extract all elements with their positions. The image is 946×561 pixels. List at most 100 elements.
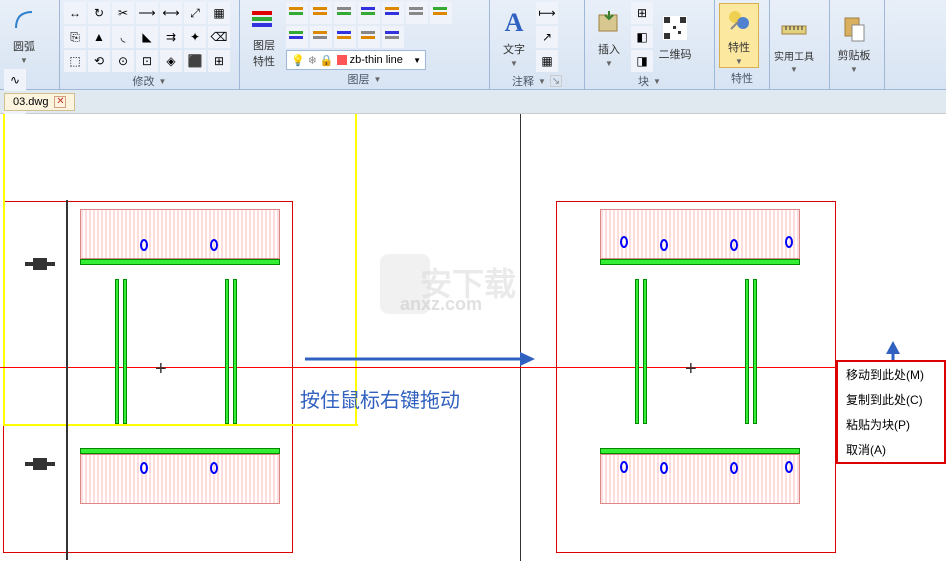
extend-tool[interactable]: ⟶ bbox=[136, 2, 158, 24]
layer-tool-5[interactable] bbox=[382, 2, 404, 24]
context-paste-block[interactable]: 粘贴为块(P) bbox=[838, 412, 944, 437]
left-beam-top bbox=[80, 209, 280, 279]
watermark-text: 安下载 bbox=[420, 259, 516, 305]
chamfer-tool[interactable]: ◣ bbox=[136, 26, 158, 48]
layer-name: zb-thin line bbox=[350, 54, 403, 66]
tabbar: 03.dwg ✕ bbox=[0, 90, 946, 114]
anchor-bolt bbox=[25, 254, 55, 274]
insert-icon bbox=[593, 7, 625, 39]
layer-tool-12[interactable] bbox=[382, 26, 404, 48]
ribbon-group-drawing: 圆弧 ▼ ∿ ○ 图 ▼ bbox=[0, 0, 60, 89]
rotate-tool[interactable]: ↻ bbox=[88, 2, 110, 24]
spline-tool[interactable]: ∿ bbox=[4, 69, 26, 91]
ribbon: 圆弧 ▼ ∿ ○ 图 ▼ ↔ ↻ ✂ ⟶ ⟷ ⤢ ▦ bbox=[0, 0, 946, 90]
arc-tool[interactable]: 圆弧 ▼ bbox=[4, 2, 44, 67]
lock-icon: 🔒 bbox=[320, 54, 334, 67]
context-move-here[interactable]: 移动到此处(M) bbox=[838, 362, 944, 387]
properties-button[interactable]: 特性 ▼ bbox=[719, 3, 759, 68]
layer-properties-button[interactable]: 图层 特性 bbox=[244, 4, 284, 69]
context-copy-here[interactable]: 复制到此处(C) bbox=[838, 387, 944, 412]
right-click-context-menu: 移动到此处(M) 复制到此处(C) 粘贴为块(P) 取消(A) bbox=[836, 360, 946, 464]
measure-icon bbox=[778, 14, 810, 46]
drawing-canvas[interactable]: 安下载 anxz.com + bbox=[0, 114, 946, 561]
clipboard-button[interactable]: 剪贴板 ▼ bbox=[834, 11, 874, 76]
layer-tool-4[interactable] bbox=[358, 2, 380, 24]
chevron-down-icon: ▼ bbox=[413, 56, 421, 65]
insert-block-button[interactable]: 插入 ▼ bbox=[589, 5, 629, 70]
block-tool-2[interactable]: ◧ bbox=[631, 26, 653, 48]
drag-arrow-annotation bbox=[300, 344, 540, 374]
explode-tool[interactable]: ✦ bbox=[184, 26, 206, 48]
arc-icon bbox=[8, 4, 40, 36]
tool-f[interactable]: ⬛ bbox=[184, 50, 206, 72]
leader-tool[interactable]: ↗ bbox=[536, 26, 558, 48]
current-layer-dropdown[interactable]: 💡 ❄ 🔒 zb-thin line ▼ bbox=[286, 50, 426, 70]
right-stem-1 bbox=[635, 279, 639, 424]
copy-tool[interactable]: ⎘ bbox=[64, 26, 86, 48]
ribbon-group-annotate: A 文字 ▼ ⟼ ↗ ▦ 注释 ▼ ↘ bbox=[490, 0, 585, 89]
paste-icon bbox=[838, 13, 870, 45]
ribbon-group-utility: 实用工具 ▼ bbox=[770, 0, 830, 89]
right-stem-4 bbox=[753, 279, 757, 424]
tab-close-icon[interactable]: ✕ bbox=[54, 96, 66, 108]
context-cancel[interactable]: 取消(A) bbox=[838, 437, 944, 462]
text-tool[interactable]: A 文字 ▼ bbox=[494, 5, 534, 70]
scale-tool[interactable]: ⤢ bbox=[184, 2, 206, 24]
utility-button[interactable]: 实用工具 ▼ bbox=[774, 11, 814, 76]
layer-tool-8[interactable] bbox=[286, 26, 308, 48]
drag-hint-text: 按住鼠标右键拖动 bbox=[300, 384, 460, 413]
block-tool-1[interactable]: ⊞ bbox=[631, 2, 653, 24]
layer-tool-1[interactable] bbox=[286, 2, 308, 24]
right-stem-3 bbox=[745, 279, 749, 424]
array-tool[interactable]: ▦ bbox=[208, 2, 230, 24]
tool-b[interactable]: ⟲ bbox=[88, 50, 110, 72]
offset-tool[interactable]: ⇉ bbox=[160, 26, 182, 48]
right-beam-bottom bbox=[600, 434, 800, 504]
layer-tool-2[interactable] bbox=[310, 2, 332, 24]
dimension-tool[interactable]: ⟼ bbox=[536, 2, 558, 24]
ribbon-group-properties: 特性 ▼ 特性 bbox=[715, 0, 770, 89]
stretch-tool[interactable]: ⟷ bbox=[160, 2, 182, 24]
tool-a[interactable]: ⬚ bbox=[64, 50, 86, 72]
tool-d[interactable]: ⊡ bbox=[136, 50, 158, 72]
tool-g[interactable]: ⊞ bbox=[208, 50, 230, 72]
ribbon-group-modify: ↔ ↻ ✂ ⟶ ⟷ ⤢ ▦ ⎘ ▲ ◟ ◣ ⇉ ✦ ⌫ bbox=[60, 0, 240, 89]
ribbon-group-clipboard: 剪贴板 ▼ bbox=[830, 0, 885, 89]
mirror-tool[interactable]: ▲ bbox=[88, 26, 110, 48]
left-beam-bottom bbox=[80, 434, 280, 504]
tool-c[interactable]: ⊙ bbox=[112, 50, 134, 72]
lightbulb-icon: 💡 bbox=[291, 54, 305, 67]
crosshair-target: + bbox=[685, 358, 697, 381]
left-stem-1 bbox=[115, 279, 119, 424]
qrcode-button[interactable]: 二维码 bbox=[655, 5, 695, 70]
table-tool[interactable]: ▦ bbox=[536, 50, 558, 72]
file-tab[interactable]: 03.dwg ✕ bbox=[4, 93, 75, 111]
ribbon-group-block: 插入 ▼ ⊞ ◧ ◨ 二维码 块 ▼ bbox=[585, 0, 715, 89]
yellow-vline-2 bbox=[355, 114, 357, 424]
left-stem-4 bbox=[233, 279, 237, 424]
layer-tool-9[interactable] bbox=[310, 26, 332, 48]
right-stem-2 bbox=[643, 279, 647, 424]
fillet-tool[interactable]: ◟ bbox=[112, 26, 134, 48]
layer-tool-6[interactable] bbox=[406, 2, 428, 24]
tool-e[interactable]: ◈ bbox=[160, 50, 182, 72]
block-tool-3[interactable]: ◨ bbox=[631, 50, 653, 72]
text-icon: A bbox=[498, 7, 530, 39]
layer-tool-3[interactable] bbox=[334, 2, 356, 24]
properties-icon bbox=[723, 5, 755, 37]
watermark-shield bbox=[380, 254, 430, 314]
layer-tool-11[interactable] bbox=[358, 26, 380, 48]
layer-tool-7[interactable] bbox=[430, 2, 452, 24]
crosshair-source: + bbox=[155, 358, 167, 381]
erase-tool[interactable]: ⌫ bbox=[208, 26, 230, 48]
layer-tool-10[interactable] bbox=[334, 26, 356, 48]
ribbon-group-layer: 图层 特性 bbox=[240, 0, 490, 89]
move-tool[interactable]: ↔ bbox=[64, 2, 86, 24]
trim-tool[interactable]: ✂ bbox=[112, 2, 134, 24]
freeze-icon: ❄ bbox=[308, 54, 317, 67]
right-beam-top bbox=[600, 209, 800, 279]
expand-icon[interactable]: ↘ bbox=[550, 75, 562, 87]
left-stem-2 bbox=[123, 279, 127, 424]
tab-filename: 03.dwg bbox=[13, 96, 48, 108]
viewport-divider bbox=[520, 114, 521, 561]
